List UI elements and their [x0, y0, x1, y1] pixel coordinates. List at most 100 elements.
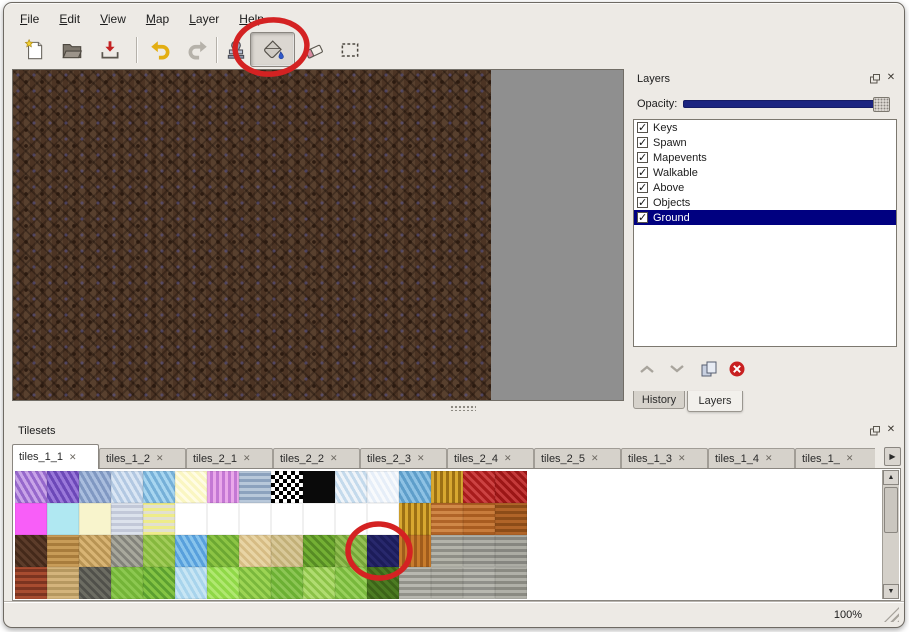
tab-close-icon[interactable]: ✕	[156, 453, 164, 464]
palette-tile[interactable]	[15, 503, 47, 535]
close-panel-icon[interactable]: ✕	[885, 424, 897, 436]
eraser-tool-button[interactable]	[300, 36, 328, 64]
tileset-tab-tiles_2_3[interactable]: tiles_2_3✕	[360, 448, 447, 468]
save-tool-button[interactable]	[96, 36, 124, 64]
stamp-tool-button[interactable]	[222, 36, 250, 64]
palette-tile[interactable]	[175, 535, 207, 567]
palette-tile[interactable]	[207, 567, 239, 599]
tab-scroll-right-button[interactable]: ▶	[884, 447, 901, 466]
palette-tile[interactable]	[111, 471, 143, 503]
open-tool-button[interactable]	[58, 36, 86, 64]
palette-tile[interactable]	[15, 471, 47, 503]
layer-row-ground[interactable]: ✓Ground	[634, 210, 896, 225]
palette-tile[interactable]	[431, 567, 463, 599]
undo-tool-button[interactable]	[146, 36, 174, 64]
palette-tile[interactable]	[399, 503, 431, 535]
splitter-handle[interactable]	[12, 403, 624, 413]
palette-tile[interactable]	[111, 535, 143, 567]
palette-tile[interactable]	[175, 503, 207, 535]
tab-close-icon[interactable]: ✕	[504, 453, 512, 464]
palette-tile[interactable]	[15, 535, 47, 567]
layer-visibility-checkbox[interactable]: ✓	[637, 152, 648, 163]
palette-tile[interactable]	[271, 503, 303, 535]
tab-close-icon[interactable]: ✕	[243, 453, 251, 464]
tab-close-icon[interactable]: ✕	[330, 453, 338, 464]
palette-tile[interactable]	[111, 503, 143, 535]
palette-tile[interactable]	[495, 535, 527, 567]
palette-tile[interactable]	[239, 503, 271, 535]
palette-tile[interactable]	[207, 535, 239, 567]
palette-tile[interactable]	[207, 471, 239, 503]
map-canvas-area[interactable]	[12, 69, 624, 401]
palette-tile[interactable]	[463, 535, 495, 567]
palette-tile[interactable]	[495, 471, 527, 503]
palette-tile[interactable]	[335, 503, 367, 535]
palette-tile[interactable]	[143, 535, 175, 567]
new-file-tool-button[interactable]	[20, 36, 48, 64]
tileset-tab-tiles_2_1[interactable]: tiles_2_1✕	[186, 448, 273, 468]
tileset-tab-tiles_2_4[interactable]: tiles_2_4✕	[447, 448, 534, 468]
tab-close-icon[interactable]: ✕	[69, 452, 77, 463]
tileset-tab-tiles_1_1[interactable]: tiles_1_1✕	[12, 444, 99, 469]
tab-close-icon[interactable]: ✕	[678, 453, 686, 464]
float-panel-icon[interactable]	[869, 425, 881, 437]
fill-tool-button[interactable]	[250, 32, 295, 67]
tileset-tab-tiles_1_3[interactable]: tiles_1_3✕	[621, 448, 708, 468]
redo-tool-button[interactable]	[184, 36, 212, 64]
layer-visibility-checkbox[interactable]: ✓	[637, 137, 648, 148]
palette-tile[interactable]	[271, 471, 303, 503]
dock-tab-layers[interactable]: Layers	[687, 391, 743, 412]
layer-visibility-checkbox[interactable]: ✓	[637, 182, 648, 193]
close-panel-icon[interactable]: ✕	[885, 72, 897, 84]
layer-row-above[interactable]: ✓Above	[634, 180, 896, 195]
palette-tile[interactable]	[303, 503, 335, 535]
palette-tile[interactable]	[495, 567, 527, 599]
palette-tile[interactable]	[79, 535, 111, 567]
palette-tile[interactable]	[335, 535, 367, 567]
palette-tile[interactable]	[47, 503, 79, 535]
palette-tile[interactable]	[239, 535, 271, 567]
opacity-slider-handle[interactable]	[873, 97, 890, 112]
palette-tile[interactable]	[367, 535, 399, 567]
tileset-tab-tiles_2_2[interactable]: tiles_2_2✕	[273, 448, 360, 468]
palette-tile[interactable]	[367, 567, 399, 599]
palette-tile[interactable]	[271, 535, 303, 567]
raise-layer-button[interactable]	[637, 359, 659, 381]
tab-close-icon[interactable]: ✕	[417, 453, 425, 464]
palette-tile[interactable]	[143, 503, 175, 535]
palette-tile[interactable]	[303, 567, 335, 599]
scroll-up-icon[interactable]: ▲	[883, 470, 899, 485]
scrollbar-thumb[interactable]	[884, 487, 898, 533]
menu-map[interactable]: Map	[140, 10, 175, 28]
tileset-scrollbar[interactable]: ▲ ▼	[882, 470, 899, 599]
palette-tile[interactable]	[303, 471, 335, 503]
rect-select-tool-button[interactable]	[336, 36, 364, 64]
palette-tile[interactable]	[399, 471, 431, 503]
palette-tile[interactable]	[367, 471, 399, 503]
palette-tile[interactable]	[175, 471, 207, 503]
tab-close-icon[interactable]: ✕	[765, 453, 773, 464]
palette-tile[interactable]	[47, 567, 79, 599]
palette-tile[interactable]	[431, 471, 463, 503]
layer-visibility-checkbox[interactable]: ✓	[637, 122, 648, 133]
palette-tile[interactable]	[79, 503, 111, 535]
palette-tile[interactable]	[431, 503, 463, 535]
tileset-tab-tiles_1_4[interactable]: tiles_1_4✕	[708, 448, 795, 468]
palette-tile[interactable]	[335, 471, 367, 503]
menu-view[interactable]: View	[94, 10, 132, 28]
layer-row-objects[interactable]: ✓Objects	[634, 195, 896, 210]
menu-help[interactable]: Help	[233, 10, 270, 28]
palette-tile[interactable]	[399, 567, 431, 599]
palette-tile[interactable]	[463, 567, 495, 599]
palette-tile[interactable]	[399, 535, 431, 567]
palette-tile[interactable]	[47, 471, 79, 503]
opacity-slider[interactable]	[683, 100, 889, 108]
menu-layer[interactable]: Layer	[183, 10, 225, 28]
layer-row-mapevents[interactable]: ✓Mapevents	[634, 150, 896, 165]
tab-close-icon[interactable]: ✕	[591, 453, 599, 464]
palette-tile[interactable]	[239, 471, 271, 503]
layer-visibility-checkbox[interactable]: ✓	[637, 167, 648, 178]
palette-tile[interactable]	[175, 567, 207, 599]
palette-tile[interactable]	[335, 567, 367, 599]
palette-tile[interactable]	[79, 471, 111, 503]
